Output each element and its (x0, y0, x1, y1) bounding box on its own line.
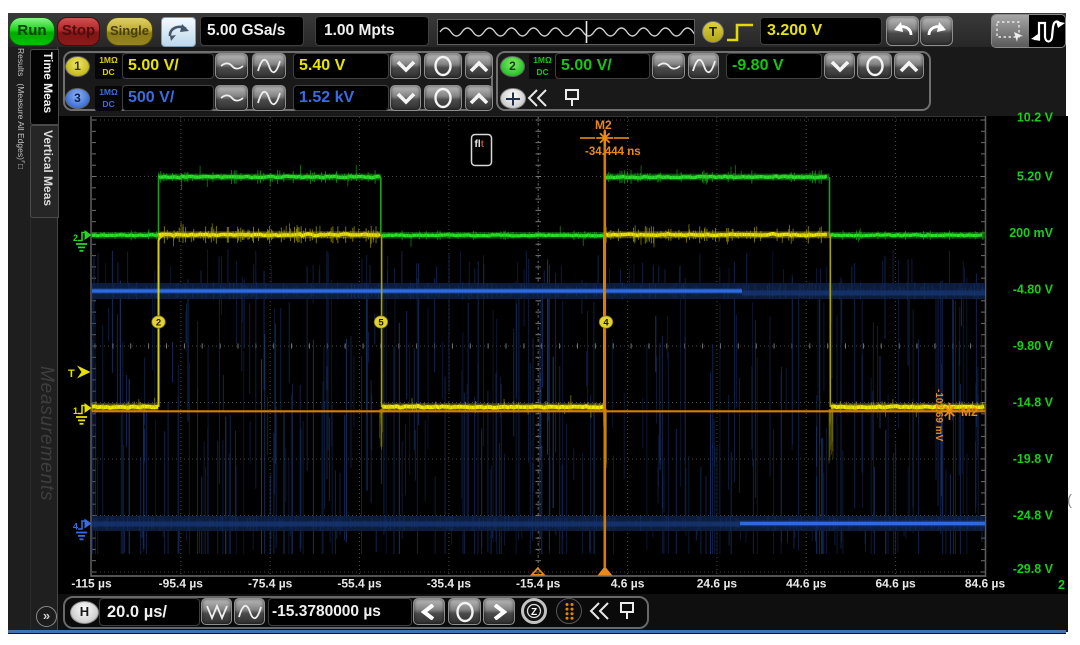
svg-text:2: 2 (1058, 578, 1065, 592)
svg-text:-55.4 µs: -55.4 µs (337, 577, 382, 591)
svg-text:-9.80 V: -9.80 V (1013, 339, 1054, 353)
svg-text:T: T (68, 368, 75, 380)
svg-text:64.6 µs: 64.6 µs (875, 577, 916, 591)
svg-text:-19.8 V: -19.8 V (1013, 452, 1054, 466)
svg-text:5.20 V: 5.20 V (1017, 170, 1054, 184)
svg-text:-24.8 V: -24.8 V (1013, 509, 1054, 523)
svg-text:-35.4 µs: -35.4 µs (427, 577, 472, 591)
svg-text:24.6 µs: 24.6 µs (697, 577, 738, 591)
svg-text:M2: M2 (595, 118, 612, 132)
svg-text:M2: M2 (961, 405, 978, 419)
svg-text:flt: flt (475, 139, 485, 150)
svg-text:-14.8 V: -14.8 V (1013, 396, 1054, 410)
svg-text:Z: Z (531, 607, 537, 618)
svg-text:-75.4 µs: -75.4 µs (248, 577, 293, 591)
svg-text:-102.69 mV: -102.69 mV (933, 389, 944, 442)
svg-text:4: 4 (603, 318, 609, 329)
svg-text:1: 1 (73, 406, 78, 416)
svg-text:-29.8 V: -29.8 V (1013, 562, 1054, 576)
svg-text:5: 5 (378, 318, 384, 329)
svg-text:44.6 µs: 44.6 µs (786, 577, 827, 591)
svg-text:-34.444 ns: -34.444 ns (585, 146, 641, 158)
svg-text:-4.80 V: -4.80 V (1013, 283, 1054, 297)
svg-text:2: 2 (156, 318, 161, 329)
svg-text:-95.4 µs: -95.4 µs (159, 577, 204, 591)
svg-text:2: 2 (73, 233, 78, 243)
svg-text:200 mV: 200 mV (1009, 226, 1053, 240)
svg-text:4: 4 (73, 522, 78, 532)
svg-text:-115 µs: -115 µs (71, 577, 112, 591)
svg-text:4.6 µs: 4.6 µs (611, 577, 645, 591)
svg-text:84.6 µs: 84.6 µs (965, 577, 1006, 591)
svg-text:-15.4 µs: -15.4 µs (516, 577, 561, 591)
svg-text:10.2 V: 10.2 V (1017, 111, 1054, 125)
